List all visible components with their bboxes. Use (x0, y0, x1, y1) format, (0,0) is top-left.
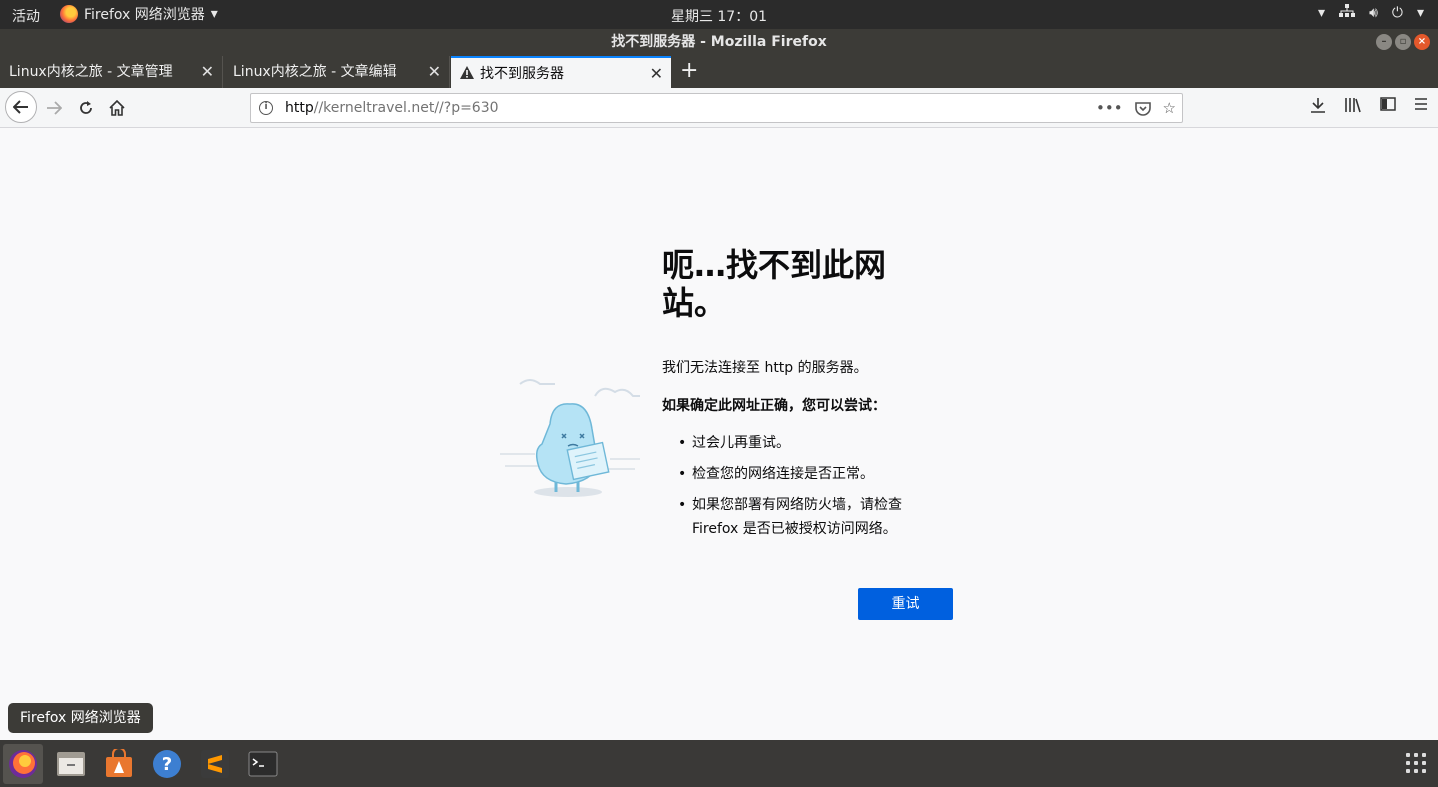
system-tray[interactable]: ▾ 🔊︎ ⏻ ▾ (1318, 4, 1424, 22)
list-item: 检查您的网络连接是否正常。 (678, 462, 948, 486)
error-illustration (500, 379, 640, 497)
tab-article-management[interactable]: Linux内核之旅 - 文章管理 ✕ (0, 56, 223, 88)
page-actions-icon[interactable]: ••• (1096, 94, 1123, 125)
error-description: 我们无法连接至 http 的服务器。 (662, 360, 868, 376)
warning-icon (460, 66, 474, 79)
downloads-icon[interactable] (1310, 97, 1326, 117)
new-tab-button[interactable]: + (680, 56, 698, 86)
url-bar[interactable]: i http//kerneltravel.net//?p=630 ••• ☆ (250, 93, 1183, 123)
suggestion-list: 过会儿再重试。 检查您的网络连接是否正常。 如果您部署有网络防火墙，请检查 Fi… (678, 431, 948, 548)
dock-tooltip: Firefox 网络浏览器 (8, 703, 153, 733)
list-item: 如果您部署有网络防火墙，请检查 Firefox 是否已被授权访问网络。 (678, 493, 948, 541)
file-cabinet-icon (57, 752, 85, 776)
dock-files[interactable] (51, 744, 91, 784)
dock-terminal[interactable] (243, 744, 283, 784)
tab-label: 找不到服务器 (480, 66, 564, 82)
dock: ? (0, 740, 1438, 787)
home-button[interactable] (103, 94, 131, 122)
close-tab-icon[interactable]: ✕ (650, 58, 663, 90)
retry-button[interactable]: 重试 (858, 588, 953, 620)
window-title: 找不到服务器 - Mozilla Firefox (611, 34, 827, 50)
terminal-icon (248, 751, 278, 777)
dock-software-center[interactable] (99, 744, 139, 784)
close-tab-icon[interactable]: ✕ (428, 56, 441, 88)
close-window-button[interactable]: × (1414, 34, 1430, 50)
maximize-button[interactable]: ▫ (1395, 34, 1411, 50)
url-rest: //kerneltravel.net//?p=630 (313, 100, 499, 116)
window-title-bar: 找不到服务器 - Mozilla Firefox – ▫ × (0, 29, 1438, 56)
show-applications-icon[interactable] (1406, 753, 1426, 773)
svg-text:?: ? (162, 754, 172, 775)
firefox-icon (9, 750, 37, 778)
gnome-top-bar: 活动 Firefox 网络浏览器 ▾ 星期三 17：01 ▾ 🔊︎ ⏻ ▾ (0, 0, 1438, 29)
reload-button[interactable] (72, 94, 100, 122)
navigation-toolbar: i http//kerneltravel.net//?p=630 ••• ☆ (0, 88, 1438, 128)
shopping-bag-icon (106, 749, 132, 777)
help-icon: ? (153, 750, 181, 778)
tab-label: Linux内核之旅 - 文章编辑 (233, 64, 397, 80)
tab-article-edit[interactable]: Linux内核之旅 - 文章编辑 ✕ (224, 56, 450, 88)
volume-icon[interactable]: 🔊︎ (1369, 5, 1378, 21)
minimize-button[interactable]: – (1376, 34, 1392, 50)
bookmark-star-icon[interactable]: ☆ (1163, 94, 1176, 125)
url-actions: ••• ☆ (1096, 94, 1176, 125)
power-icon[interactable]: ⏻ (1392, 5, 1403, 21)
sublime-text-icon (201, 750, 229, 778)
dock-firefox[interactable] (3, 744, 43, 784)
pocket-icon[interactable] (1134, 94, 1151, 125)
network-icon[interactable] (1339, 4, 1356, 22)
dock-help[interactable]: ? (147, 744, 187, 784)
url-scheme: http (285, 100, 314, 116)
list-item: 过会儿再重试。 (678, 431, 948, 455)
window-controls: – ▫ × (1376, 34, 1430, 50)
library-icon[interactable] (1344, 97, 1362, 117)
toolbar-right (1310, 97, 1428, 117)
close-tab-icon[interactable]: ✕ (201, 56, 214, 88)
info-icon[interactable]: i (259, 101, 273, 115)
dropdown-icon[interactable]: ▾ (1318, 5, 1325, 21)
error-suggestion-heading: 如果确定此网址正确，您可以尝试： (662, 398, 886, 414)
clock[interactable]: 星期三 17：01 (0, 6, 1438, 26)
tab-strip: Linux内核之旅 - 文章管理 ✕ Linux内核之旅 - 文章编辑 ✕ 找不… (0, 56, 1438, 88)
tab-server-not-found[interactable]: 找不到服务器 ✕ (451, 56, 671, 88)
menu-icon[interactable] (1414, 97, 1428, 117)
url-text[interactable]: http//kerneltravel.net//?p=630 (285, 94, 499, 122)
back-button[interactable] (5, 91, 37, 123)
dock-sublime-text[interactable] (195, 744, 235, 784)
dropdown-icon[interactable]: ▾ (1417, 5, 1424, 21)
tab-label: Linux内核之旅 - 文章管理 (9, 64, 173, 80)
error-page: 呃…找不到此网站。 我们无法连接至 http 的服务器。 如果确定此网址正确，您… (0, 129, 1438, 740)
forward-button[interactable] (40, 94, 68, 122)
error-title: 呃…找不到此网站。 (662, 246, 887, 322)
sidebar-icon[interactable] (1380, 97, 1396, 117)
